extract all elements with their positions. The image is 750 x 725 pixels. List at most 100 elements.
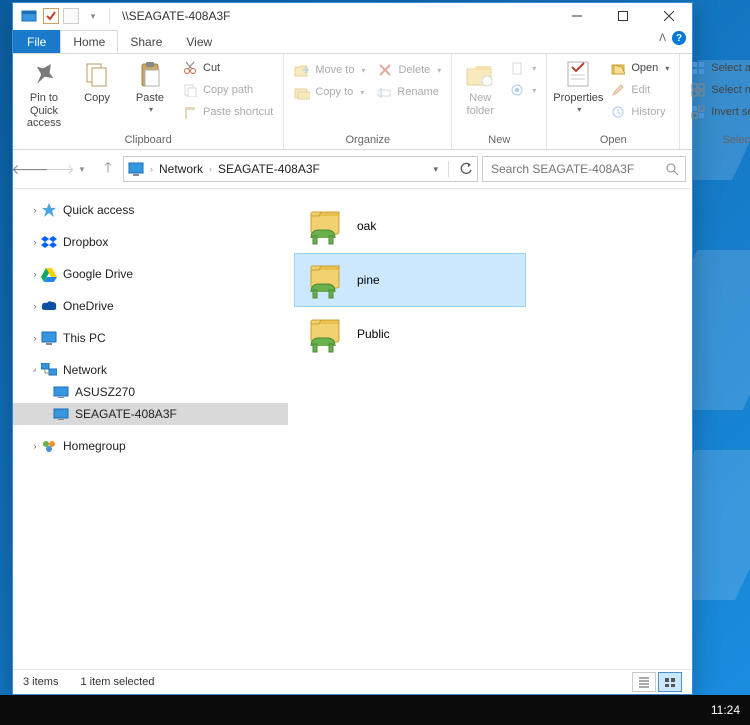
select-all-button[interactable]: Select all: [686, 58, 750, 78]
tab-view[interactable]: View: [174, 30, 224, 53]
sidebar-item-label: Dropbox: [63, 235, 108, 249]
pin-icon: [28, 58, 60, 90]
navigation-pane: › Quick access › Dropbox › Google Drive …: [13, 189, 288, 669]
close-button[interactable]: [646, 3, 692, 29]
paste-label: Paste: [136, 92, 164, 105]
sidebar-item-gdrive[interactable]: › Google Drive: [13, 263, 288, 285]
sidebar-item-label: SEAGATE-408A3F: [75, 407, 177, 421]
paste-shortcut-button[interactable]: Paste shortcut: [178, 102, 277, 122]
share-item[interactable]: oak: [294, 199, 526, 253]
taskbar[interactable]: 11:24: [0, 695, 750, 725]
sidebar-item-asusz270[interactable]: ASUSZ270: [13, 381, 288, 403]
qat-customize-icon[interactable]: ▾: [83, 7, 103, 25]
copy-path-button[interactable]: Copy path: [178, 80, 277, 100]
sidebar-item-dropbox[interactable]: › Dropbox: [13, 231, 288, 253]
dropbox-icon: [41, 234, 57, 250]
tab-share[interactable]: Share: [118, 30, 174, 53]
edit-icon: [610, 82, 626, 98]
expand-icon[interactable]: ›: [29, 269, 41, 279]
computer-icon: [53, 384, 69, 400]
address-dropdown-icon[interactable]: ▾: [433, 164, 438, 175]
maximize-button[interactable]: [600, 3, 646, 29]
chevron-down-icon: ▾: [532, 64, 536, 73]
select-all-icon: [690, 60, 706, 76]
cut-label: Cut: [203, 62, 220, 74]
move-to-button[interactable]: Move to ▾: [290, 60, 369, 80]
sidebar-item-seagate[interactable]: SEAGATE-408A3F: [13, 403, 288, 425]
sidebar-item-onedrive[interactable]: › OneDrive: [13, 295, 288, 317]
paste-button[interactable]: Paste ▾: [125, 58, 175, 114]
new-folder-button[interactable]: New folder: [458, 58, 502, 117]
system-menu-icon[interactable]: [19, 7, 39, 25]
organize-group-label: Organize: [290, 132, 445, 148]
chevron-right-icon[interactable]: ›: [150, 164, 153, 174]
share-item[interactable]: pine: [294, 253, 526, 307]
sidebar-item-homegroup[interactable]: › Homegroup: [13, 435, 288, 457]
sidebar-item-label: OneDrive: [63, 299, 114, 313]
sidebar-item-label: This PC: [63, 331, 106, 345]
history-button[interactable]: History: [606, 102, 673, 122]
delete-label: Delete: [398, 64, 430, 76]
file-tab[interactable]: File: [13, 30, 60, 53]
copy-icon: [81, 58, 113, 90]
ribbon-group-organize: Move to ▾ Delete ▾ Copy to ▾: [284, 54, 452, 149]
sidebar-item-this-pc[interactable]: › This PC: [13, 327, 288, 349]
rename-button[interactable]: Rename: [372, 82, 443, 102]
large-icons-view-button[interactable]: [658, 672, 682, 692]
pin-quickaccess-button[interactable]: Pin to Quick access: [19, 58, 69, 130]
easy-access-button[interactable]: ▾: [505, 80, 540, 100]
open-group-label: Open: [553, 132, 673, 148]
up-button[interactable]: 🡑: [97, 158, 119, 180]
expand-icon[interactable]: ›: [29, 333, 41, 343]
new-item-button[interactable]: ▾: [505, 58, 540, 78]
rename-label: Rename: [397, 86, 439, 98]
content-pane[interactable]: oak pine Public: [288, 189, 692, 669]
share-name: Public: [357, 327, 390, 341]
properties-icon: [562, 58, 594, 90]
ribbon-tabs: File Home Share View ᐱ ?: [13, 29, 692, 54]
invert-selection-button[interactable]: Invert selection: [686, 102, 750, 122]
breadcrumb-host[interactable]: SEAGATE-408A3F: [218, 162, 320, 176]
expand-icon[interactable]: ›: [29, 237, 41, 247]
search-box[interactable]: [482, 156, 686, 182]
help-icon[interactable]: ?: [672, 31, 686, 45]
qat-checked-icon[interactable]: [43, 8, 59, 24]
expand-icon[interactable]: ›: [29, 301, 41, 311]
delete-button[interactable]: Delete ▾: [373, 60, 445, 80]
chevron-down-icon: ▾: [437, 66, 441, 75]
sidebar-item-label: ASUSZ270: [75, 385, 135, 399]
breadcrumb-network[interactable]: Network: [159, 162, 203, 176]
expand-icon[interactable]: ›: [29, 441, 41, 451]
scissors-icon: [182, 60, 198, 76]
copy-button[interactable]: Copy: [72, 58, 122, 105]
details-view-button[interactable]: [632, 672, 656, 692]
pc-icon: [41, 330, 57, 346]
minimize-button[interactable]: [554, 3, 600, 29]
sidebar-item-network[interactable]: › Network: [13, 359, 288, 381]
taskbar-clock[interactable]: 11:24: [711, 703, 740, 717]
ribbon-collapse-icon[interactable]: ᐱ: [659, 33, 666, 44]
copy-to-button[interactable]: Copy to ▾: [290, 82, 368, 102]
qat-blank-icon[interactable]: [63, 8, 79, 24]
select-none-button[interactable]: Select none: [686, 80, 750, 100]
share-item[interactable]: Public: [294, 307, 526, 361]
search-input[interactable]: [489, 161, 665, 177]
properties-label: Properties: [553, 92, 603, 105]
forward-button[interactable]: 🡒: [45, 158, 67, 180]
properties-button[interactable]: Properties ▾: [553, 58, 603, 114]
sidebar-item-quick-access[interactable]: › Quick access: [13, 199, 288, 221]
chevron-down-icon: ▾: [361, 66, 365, 75]
edit-button[interactable]: Edit: [606, 80, 673, 100]
address-bar[interactable]: › Network › SEAGATE-408A3F ▾: [123, 156, 478, 182]
tab-home[interactable]: Home: [60, 30, 118, 53]
pin-label: Pin to Quick access: [19, 92, 69, 130]
cut-button[interactable]: Cut: [178, 58, 277, 78]
ribbon-group-open: Properties ▾ Open ▾ Edit Histo: [547, 54, 680, 149]
history-label: History: [631, 106, 665, 118]
gdrive-icon: [41, 266, 57, 282]
expand-icon[interactable]: ›: [29, 205, 41, 215]
refresh-button[interactable]: [459, 162, 473, 176]
chevron-right-icon[interactable]: ›: [209, 164, 212, 174]
open-button[interactable]: Open ▾: [606, 58, 673, 78]
network-icon: [41, 362, 57, 378]
